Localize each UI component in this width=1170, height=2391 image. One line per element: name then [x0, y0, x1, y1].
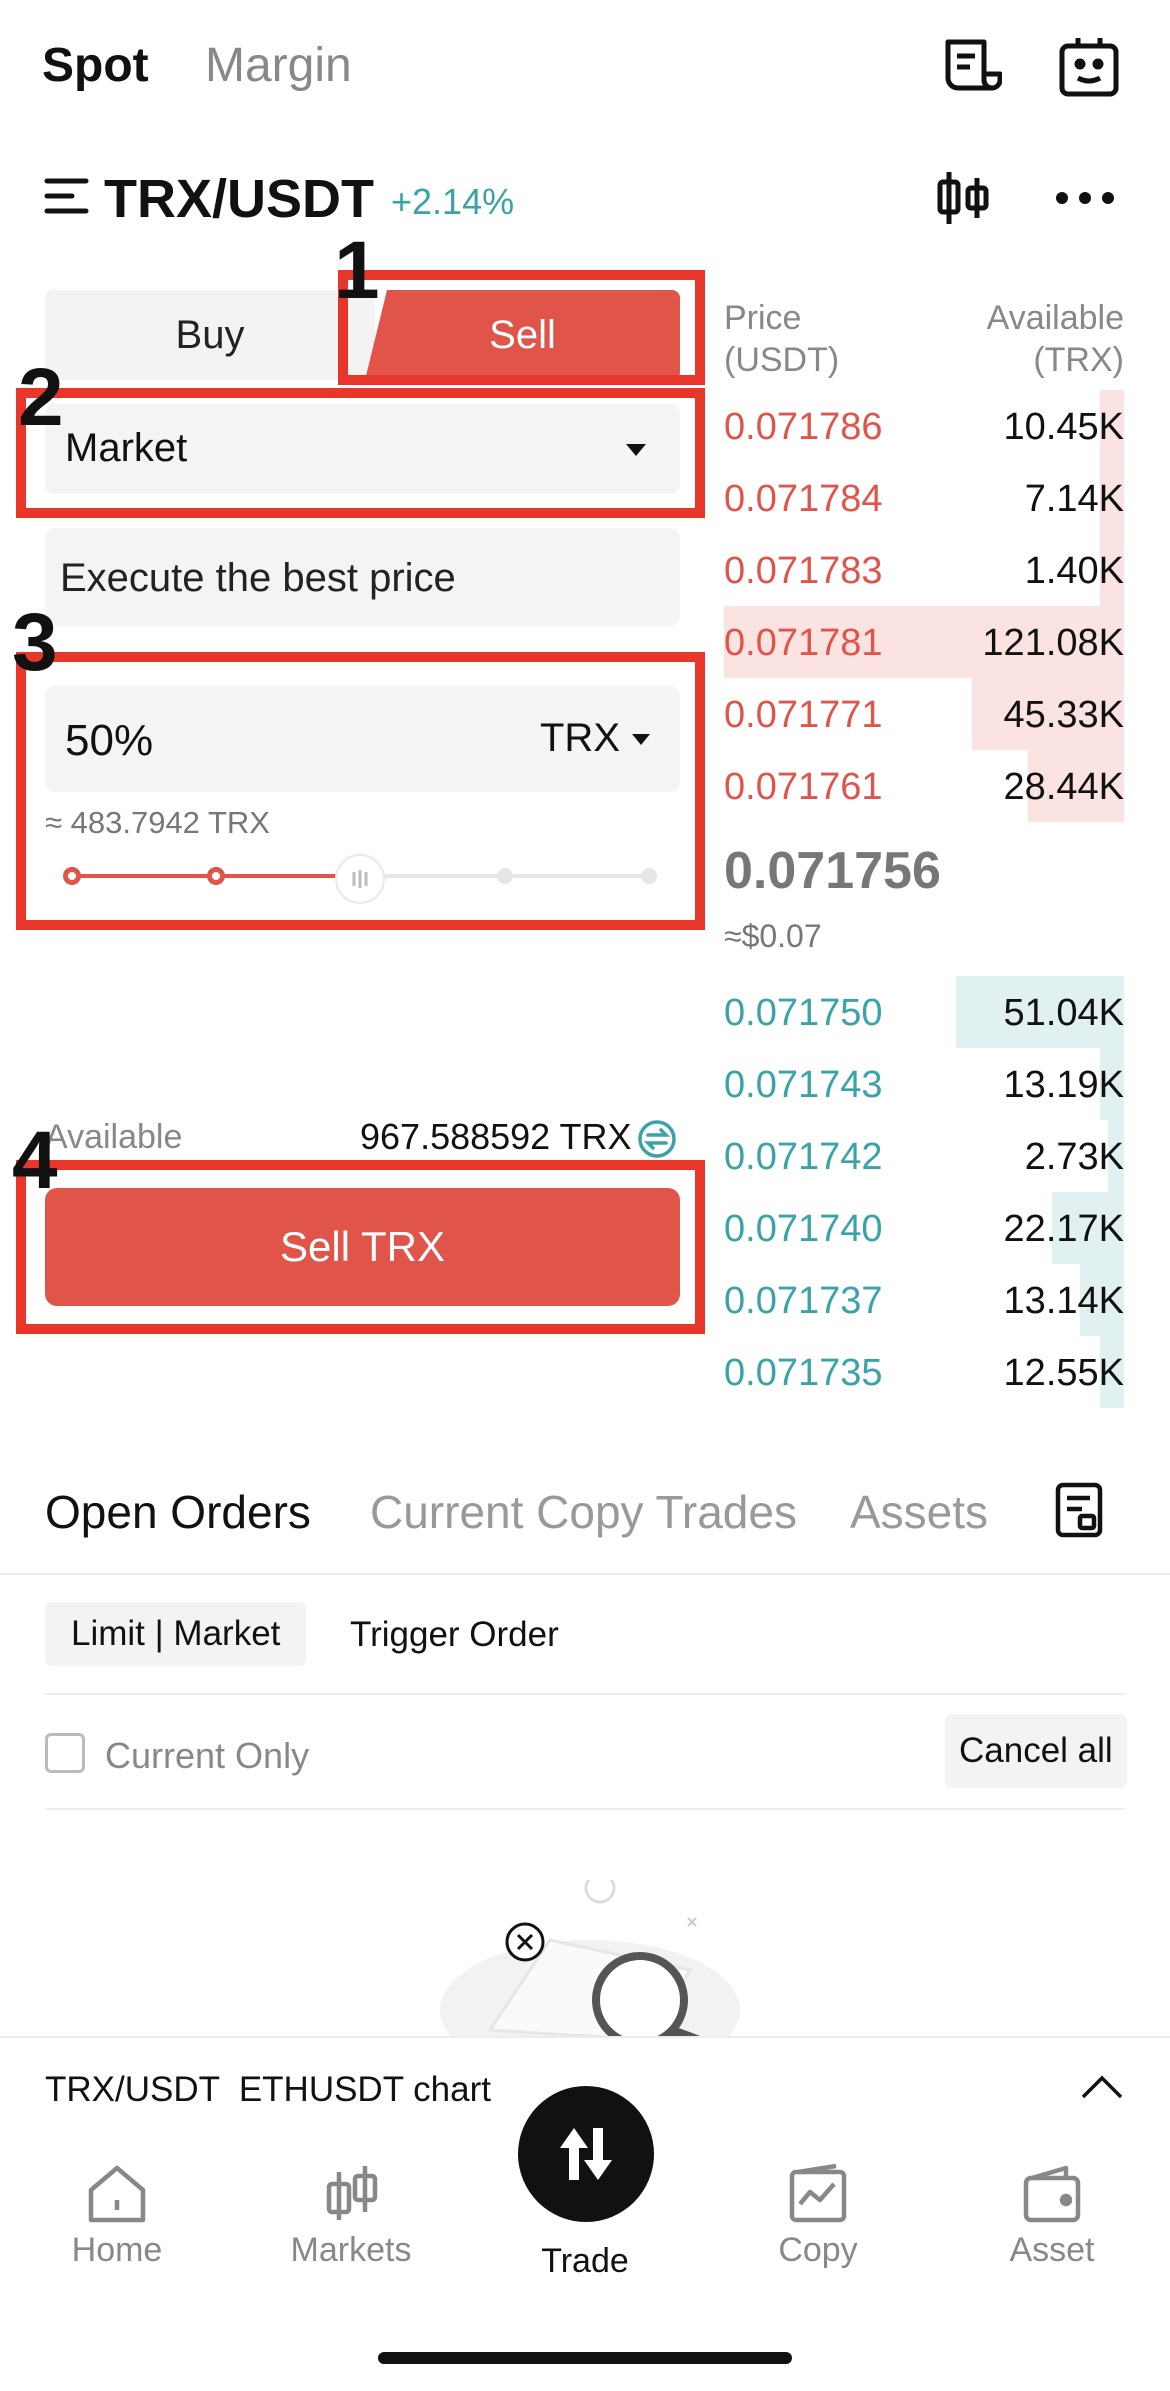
divider [45, 1693, 1125, 1695]
chevron-up-icon[interactable] [1080, 2074, 1124, 2105]
step-number-1: 1 [334, 225, 380, 316]
bid-qty: 2.73K [1024, 1136, 1124, 1178]
pair-change: +2.14% [391, 181, 515, 222]
bid-qty: 22.17K [1003, 1208, 1124, 1250]
ask-row[interactable]: 0.071786 10.45K [724, 390, 1124, 462]
bid-price: 0.071737 [724, 1280, 883, 1322]
divider [45, 1808, 1125, 1810]
ask-qty: 45.33K [1003, 694, 1124, 736]
step-number-4: 4 [12, 1115, 58, 1206]
trade-icon[interactable] [518, 2086, 654, 2222]
ask-qty: 10.45K [1003, 406, 1124, 448]
orders-icon[interactable] [940, 36, 1003, 98]
highlight-box-2 [16, 388, 705, 518]
last-price-usd: ≈$0.07 [724, 918, 822, 954]
highlight-box-1 [338, 270, 705, 385]
nav-asset-label: Asset [1009, 2231, 1095, 2269]
divider [0, 1573, 1170, 1575]
home-icon [37, 2162, 197, 2231]
tab-copy-trades[interactable]: Current Copy Trades [370, 1485, 797, 1539]
markets-icon [271, 2162, 431, 2231]
ask-qty: 1.40K [1024, 550, 1124, 592]
highlight-box-3 [16, 652, 705, 930]
ask-row[interactable]: 0.071761 28.44K [724, 750, 1124, 822]
tab-margin[interactable]: Margin [205, 38, 352, 93]
ask-price: 0.071783 [724, 550, 883, 592]
ob-qty-header: Available (TRX) [986, 299, 1124, 379]
bid-price: 0.071742 [724, 1136, 883, 1178]
candlestick-icon[interactable] [935, 170, 991, 231]
bid-row[interactable]: 0.071742 2.73K [724, 1120, 1124, 1192]
buy-tab[interactable]: Buy [45, 290, 375, 380]
nav-trade-label: Trade [541, 2242, 629, 2280]
ask-row[interactable]: 0.071784 7.14K [724, 462, 1124, 534]
copy-icon [738, 2162, 898, 2231]
nav-copy[interactable]: Copy [738, 2162, 898, 2270]
subtab-limit-market[interactable]: Limit | Market [45, 1602, 307, 1666]
bid-qty: 13.14K [1003, 1280, 1124, 1322]
bid-qty: 12.55K [1003, 1352, 1124, 1394]
highlight-box-4 [16, 1160, 705, 1334]
bid-row[interactable]: 0.071743 13.19K [724, 1048, 1124, 1120]
bid-qty: 13.19K [1003, 1064, 1124, 1106]
bid-price: 0.071735 [724, 1352, 883, 1394]
wallet-icon [972, 2162, 1132, 2231]
ask-qty: 121.08K [982, 622, 1124, 664]
price-placeholder: Execute the best price [60, 556, 456, 600]
pair-name[interactable]: TRX/USDT [104, 168, 374, 230]
ask-qty: 7.14K [1024, 478, 1124, 520]
more-icon[interactable] [1055, 190, 1115, 211]
price-field: Execute the best price [45, 528, 680, 626]
last-price: 0.071756 [724, 842, 941, 900]
tab-assets[interactable]: Assets [850, 1485, 988, 1539]
tab-spot[interactable]: Spot [42, 38, 149, 93]
ask-row[interactable]: 0.071783 1.40K [724, 534, 1124, 606]
step-number-3: 3 [12, 597, 58, 688]
ask-price: 0.071784 [724, 478, 883, 520]
menu-icon[interactable] [44, 176, 92, 221]
nav-copy-label: Copy [778, 2231, 858, 2269]
bid-qty: 51.04K [1003, 992, 1124, 1034]
bid-price: 0.071740 [724, 1208, 883, 1250]
nav-home-label: Home [71, 2231, 163, 2269]
ask-row[interactable]: 0.071781 121.08K [724, 606, 1124, 678]
history-icon[interactable] [1054, 1482, 1106, 1543]
ask-row[interactable]: 0.071771 45.33K [724, 678, 1124, 750]
current-only-label[interactable]: Current Only [105, 1735, 309, 1777]
bid-price: 0.071743 [724, 1064, 883, 1106]
nav-markets[interactable]: Markets [271, 2162, 431, 2270]
nav-home[interactable]: Home [37, 2162, 197, 2270]
chart-bar-label: TRX/USDT ETHUSDT chart [45, 2070, 491, 2109]
bid-row[interactable]: 0.071750 51.04K [724, 976, 1124, 1048]
bid-row[interactable]: 0.071737 13.14K [724, 1264, 1124, 1336]
cancel-all-button[interactable]: Cancel all [945, 1714, 1127, 1788]
bot-icon[interactable] [1058, 36, 1120, 98]
empty-state-illustration [430, 1872, 750, 2080]
tab-open-orders[interactable]: Open Orders [45, 1485, 311, 1539]
swap-icon[interactable] [637, 1119, 677, 1164]
available-value: 967.588592 TRX [360, 1116, 632, 1157]
ask-price: 0.071781 [724, 622, 883, 664]
bid-row[interactable]: 0.071735 12.55K [724, 1336, 1124, 1408]
bid-price: 0.071750 [724, 992, 883, 1034]
ob-price-header: Price (USDT) [724, 299, 840, 379]
available-label: Available [45, 1118, 183, 1156]
bid-row[interactable]: 0.071740 22.17K [724, 1192, 1124, 1264]
nav-markets-label: Markets [290, 2231, 412, 2269]
nav-asset[interactable]: Asset [972, 2162, 1132, 2270]
subtab-trigger-order[interactable]: Trigger Order [350, 1615, 559, 1655]
current-only-checkbox[interactable] [45, 1733, 85, 1773]
ask-price: 0.071761 [724, 766, 883, 808]
ask-price: 0.071771 [724, 694, 883, 736]
nav-trade[interactable]: Trade [505, 2242, 665, 2281]
ask-price: 0.071786 [724, 406, 883, 448]
home-indicator [378, 2352, 792, 2364]
step-number-2: 2 [18, 352, 64, 443]
ask-qty: 28.44K [1003, 766, 1124, 808]
